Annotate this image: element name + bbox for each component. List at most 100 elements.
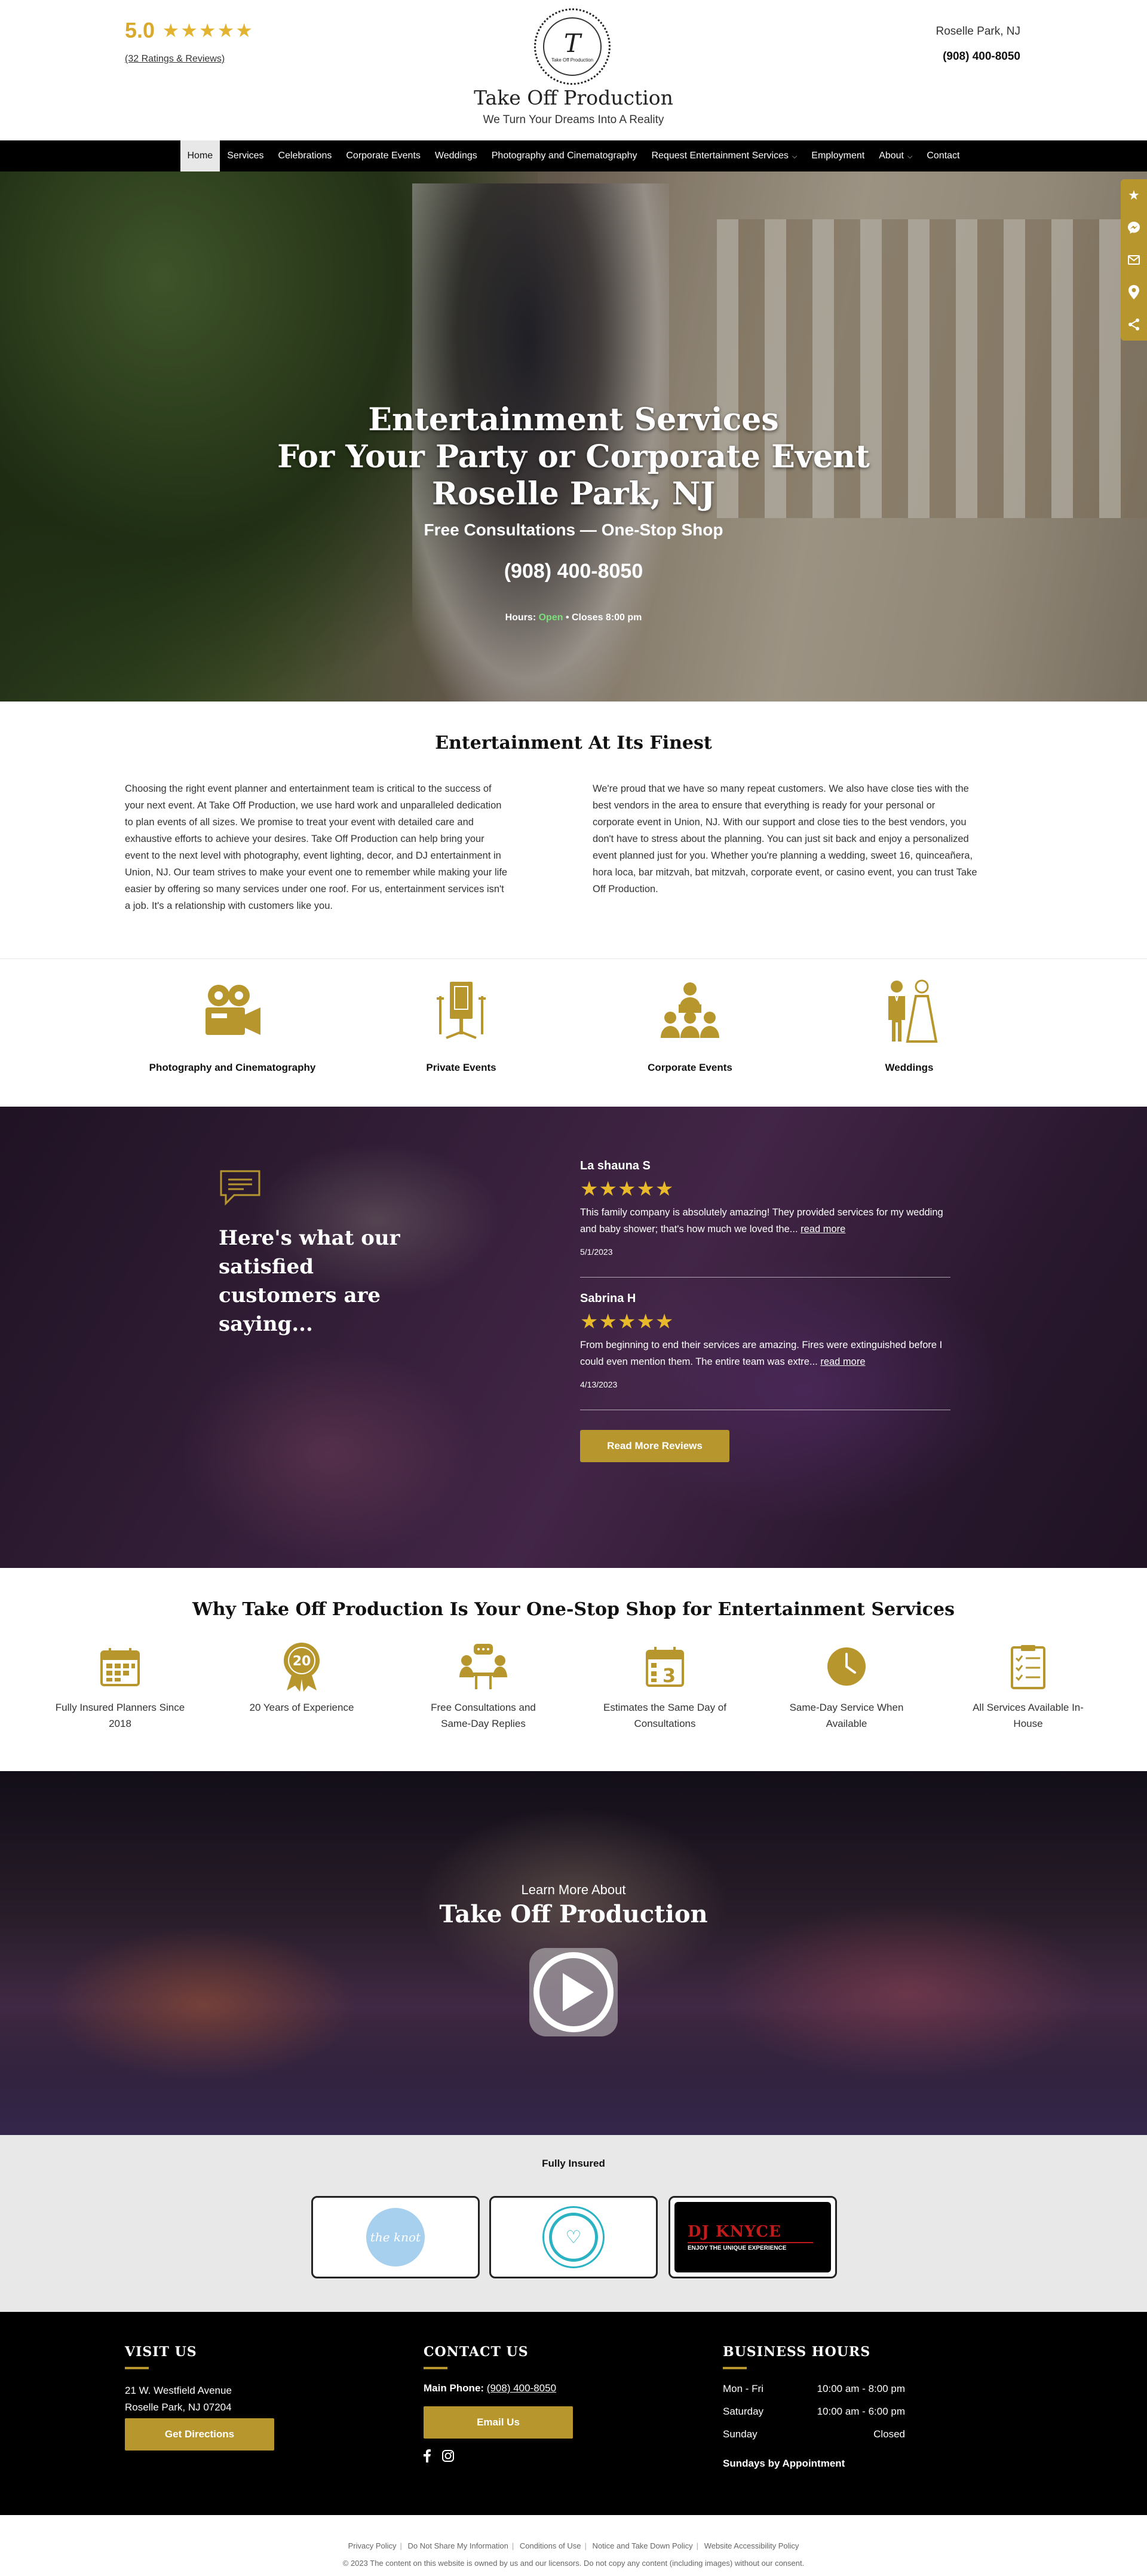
service-corporate-events[interactable]: Corporate Events bbox=[594, 978, 786, 1074]
hero-phone-link[interactable]: (908) 400-8050 bbox=[0, 560, 1147, 583]
read-more-reviews-button[interactable]: Read More Reviews bbox=[580, 1430, 729, 1462]
play-button-icon[interactable] bbox=[526, 1944, 621, 2040]
review-card: Sabrina H ★★★★★ From beginning to end th… bbox=[580, 1292, 950, 1410]
floating-action-bar: ★ bbox=[1121, 179, 1147, 341]
nav-item-employment[interactable]: Employment bbox=[804, 140, 872, 171]
weddingwire-logo-mark: ♡ bbox=[549, 2213, 598, 2262]
nav-item-photography[interactable]: Photography and Cinematography bbox=[484, 140, 645, 171]
footer-visit-column: VISIT US 21 W. Westfield Avenue Roselle … bbox=[125, 2344, 274, 2451]
reviewer-name: La shauna S bbox=[580, 1159, 651, 1172]
partner-card-dj[interactable]: DJ KNYCE ENJOY THE UNIQUE EXPERIENCE bbox=[668, 2196, 837, 2278]
hours-row: Sunday Closed bbox=[723, 2423, 905, 2446]
logo-monogram: T bbox=[563, 28, 581, 58]
why-us-section: Why Take Off Production Is Your One-Stop… bbox=[0, 1568, 1147, 1771]
nav-item-contact[interactable]: Contact bbox=[919, 140, 967, 171]
copyright: © 2023 The content on this website is ow… bbox=[342, 2559, 805, 2568]
feature-label: Estimates the Same Day of Consultations bbox=[603, 1702, 726, 1729]
share-icon[interactable] bbox=[1121, 308, 1147, 341]
hours-row: Saturday 10:00 am - 6:00 pm bbox=[723, 2400, 905, 2423]
video-kicker: Learn More About bbox=[521, 1882, 626, 1897]
reviews-heading: Here's what our satisfied customers are … bbox=[219, 1226, 400, 1336]
separator: | bbox=[696, 2541, 699, 2550]
meeting-icon bbox=[657, 978, 723, 1044]
email-icon[interactable] bbox=[1121, 244, 1147, 276]
read-more-link[interactable]: read more bbox=[820, 1356, 865, 1367]
nav-item-about[interactable]: About ⌵ bbox=[872, 140, 919, 171]
feature-experience: 20 20 Years of Experience bbox=[236, 1640, 367, 1716]
footer-address: 21 W. Westfield Avenue Roselle Park, NJ … bbox=[125, 2382, 274, 2416]
hours-time: 10:00 am - 6:00 pm bbox=[817, 2406, 905, 2417]
hours-row: Mon - Fri 10:00 am - 8:00 pm bbox=[723, 2378, 905, 2400]
star-icon[interactable]: ★ bbox=[1121, 179, 1147, 212]
reviews-section: Here's what our satisfied customers are … bbox=[0, 1107, 1147, 1568]
video-camera-icon bbox=[200, 978, 265, 1044]
nav-item-corporate-events[interactable]: Corporate Events bbox=[339, 140, 428, 171]
privacy-policy-link[interactable]: Privacy Policy bbox=[348, 2541, 397, 2550]
logo[interactable]: T Take Off Production bbox=[534, 8, 611, 85]
facebook-icon[interactable] bbox=[424, 2449, 431, 2466]
nav-item-services[interactable]: Services bbox=[220, 140, 271, 171]
review-text: This family company is absolutely amazin… bbox=[580, 1204, 950, 1238]
medal-badge-text: 20 bbox=[293, 1654, 311, 1669]
map-pin-icon[interactable] bbox=[1121, 276, 1147, 308]
dj-subtitle: ENJOY THE UNIQUE EXPERIENCE bbox=[688, 2245, 787, 2252]
footer-contact-column: CONTACT US Main Phone: (908) 400-8050 Em… bbox=[424, 2344, 573, 2466]
intro-paragraph-1: Choosing the right event planner and ent… bbox=[125, 783, 508, 911]
site-footer: VISIT US 21 W. Westfield Avenue Roselle … bbox=[0, 2312, 1147, 2515]
footer-phone-link[interactable]: (908) 400-8050 bbox=[487, 2382, 556, 2394]
video-section: Learn More About Take Off Production bbox=[0, 1771, 1147, 2135]
service-label: Photography and Cinematography bbox=[149, 1062, 316, 1073]
clock-icon bbox=[781, 1640, 912, 1693]
calendar-3-icon: 3 bbox=[599, 1640, 731, 1693]
social-links bbox=[424, 2449, 573, 2466]
service-private-events[interactable]: Private Events bbox=[366, 978, 557, 1074]
email-us-button[interactable]: Email Us bbox=[424, 2406, 573, 2439]
conditions-of-use-link[interactable]: Conditions of Use bbox=[520, 2541, 581, 2550]
rating-widget[interactable]: 5.0 ★★★★★ (32 Ratings & Reviews) bbox=[125, 18, 254, 65]
checklist-icon bbox=[962, 1640, 1094, 1693]
heading-underline bbox=[723, 2367, 747, 2369]
takedown-policy-link[interactable]: Notice and Take Down Policy bbox=[593, 2541, 693, 2550]
hero-subhead: Free Consultations — One-Stop Shop bbox=[424, 520, 723, 539]
hero-section: Entertainment Services For Your Party or… bbox=[0, 171, 1147, 702]
nav-item-request-services[interactable]: Request Entertainment Services ⌵ bbox=[644, 140, 804, 171]
accessibility-policy-link[interactable]: Website Accessibility Policy bbox=[704, 2541, 799, 2550]
nav-item-home[interactable]: Home bbox=[180, 140, 220, 171]
read-more-link[interactable]: read more bbox=[801, 1224, 845, 1235]
header-phone-link[interactable]: (908) 400-8050 bbox=[943, 50, 1020, 63]
nav-item-celebrations[interactable]: Celebrations bbox=[271, 140, 339, 171]
tagline: We Turn Your Dreams Into A Reality bbox=[483, 114, 664, 126]
photo-booth-icon bbox=[428, 978, 494, 1044]
messenger-icon[interactable] bbox=[1121, 212, 1147, 244]
services-section: Photography and Cinematography Private E… bbox=[0, 958, 1147, 1107]
nav-item-weddings[interactable]: Weddings bbox=[428, 140, 484, 171]
dj-knyce-logo: DJ KNYCE ENJOY THE UNIQUE EXPERIENCE bbox=[674, 2202, 831, 2272]
review-divider bbox=[580, 1277, 950, 1278]
business-name: Take Off Production bbox=[474, 86, 673, 109]
partner-card-knot[interactable]: the knot bbox=[311, 2196, 480, 2278]
review-date: 5/1/2023 bbox=[580, 1247, 613, 1257]
hours-time: Closed bbox=[873, 2428, 905, 2440]
chat-bubble-icon bbox=[219, 1169, 262, 1210]
review-stars-icon: ★★★★★ bbox=[580, 1178, 674, 1200]
service-photography[interactable]: Photography and Cinematography bbox=[137, 978, 328, 1074]
footer-heading: BUSINESS HOURS bbox=[723, 2344, 871, 2360]
hours-table: Mon - Fri 10:00 am - 8:00 pm Saturday 10:0… bbox=[723, 2378, 905, 2446]
reviewer-name: Sabrina H bbox=[580, 1292, 636, 1305]
feature-label: Same-Day Service When Available bbox=[789, 1702, 904, 1729]
hours-time: 10:00 am - 8:00 pm bbox=[817, 2383, 905, 2394]
consultation-icon bbox=[418, 1640, 549, 1693]
ratings-link[interactable]: (32 Ratings & Reviews) bbox=[125, 54, 254, 65]
feature-estimates: 3 Estimates the Same Day of Consultation… bbox=[599, 1640, 731, 1732]
separator: | bbox=[511, 2541, 514, 2550]
partner-card-weddingwire[interactable]: ♡ bbox=[489, 2196, 658, 2278]
footer-heading: CONTACT US bbox=[424, 2344, 529, 2360]
feature-insured: Fully Insured Planners Since 2018 bbox=[54, 1640, 186, 1732]
get-directions-button[interactable]: Get Directions bbox=[125, 2418, 274, 2451]
service-label: Private Events bbox=[426, 1062, 496, 1073]
do-not-share-link[interactable]: Do Not Share My Information bbox=[408, 2541, 508, 2550]
medal-icon: 20 bbox=[236, 1640, 367, 1693]
chevron-down-icon: ⌵ bbox=[907, 153, 913, 160]
service-weddings[interactable]: Weddings bbox=[814, 978, 1005, 1074]
instagram-icon[interactable] bbox=[441, 2449, 455, 2466]
